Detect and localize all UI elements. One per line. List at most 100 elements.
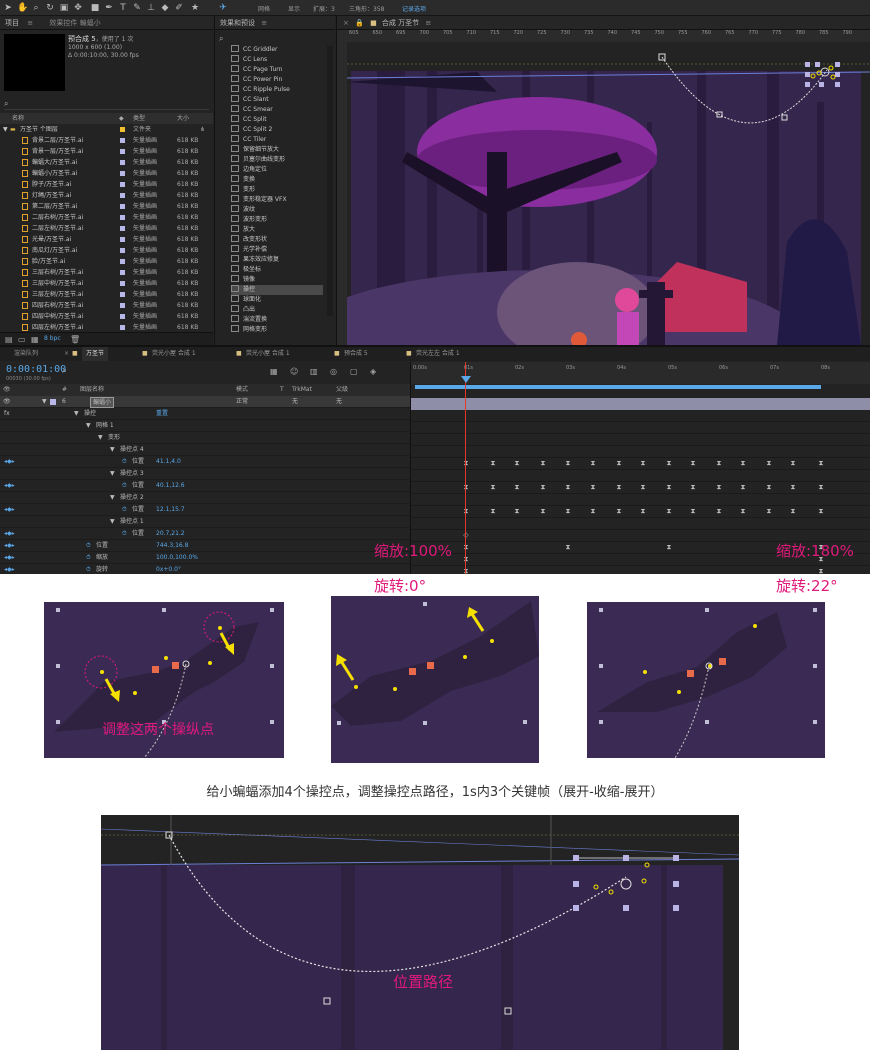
- twirl-icon[interactable]: ▼: [110, 516, 115, 528]
- keyframe-icon[interactable]: ⧗: [666, 484, 672, 491]
- project-item[interactable]: 三层中树/万圣节.ai 矢量插画 618 KB: [0, 278, 213, 289]
- stopwatch-icon[interactable]: ⏱: [122, 456, 127, 468]
- time-ruler[interactable]: 0:00s 01s 02s 03s 04s 05s 06s 07s 08s: [411, 362, 870, 384]
- project-item[interactable]: 脖子/万圣节.ai 矢量插画 618 KB: [0, 179, 213, 190]
- keyframe-nav-icon[interactable]: ◂◆▸: [4, 540, 15, 552]
- folder-twirl-icon[interactable]: ▼: [3, 124, 8, 135]
- keyframe-icon[interactable]: ⧗: [616, 484, 622, 491]
- property-row[interactable]: ▼ 操控点 4: [0, 444, 410, 456]
- stopwatch-icon[interactable]: ⏱: [122, 480, 127, 492]
- new-folder-icon[interactable]: ▭: [18, 335, 26, 344]
- keyframe-icon[interactable]: ⧗: [716, 460, 722, 467]
- tab-halloween[interactable]: 万圣节: [82, 347, 109, 361]
- shape-tool-icon[interactable]: ■: [90, 3, 100, 13]
- track-row[interactable]: ⧗ ⧗ ⧗ ⧗ ⧗ ⧗ ⧗ ⧗ ⧗ ⧗ ⧗ ⧗ ⧗ ⧗ ⧗: [411, 506, 870, 518]
- keyframe-icon[interactable]: ⧗: [514, 484, 520, 491]
- keyframe-nav-icon[interactable]: ◂◆▸: [4, 552, 15, 564]
- property-row[interactable]: ▼ 变形: [0, 432, 410, 444]
- tab-render-queue[interactable]: 渲染队列: [14, 347, 38, 361]
- frame-blend-icon[interactable]: ▥: [310, 367, 318, 376]
- effect-item[interactable]: 球面化: [231, 295, 323, 305]
- blend-mode-select[interactable]: 正常: [236, 396, 248, 408]
- keyframe-icon[interactable]: ⧗: [490, 484, 496, 491]
- keyframe-icon[interactable]: ⧗: [740, 460, 746, 467]
- keyframe-icon[interactable]: ⧗: [716, 484, 722, 491]
- property-row[interactable]: ▼ 操控点 2: [0, 492, 410, 504]
- track-row[interactable]: [411, 410, 870, 422]
- graph-editor-icon[interactable]: ▢: [350, 367, 358, 376]
- new-comp-icon[interactable]: ▦: [31, 335, 39, 344]
- effect-controls-tab[interactable]: 效果控件 蝙蝠小: [49, 19, 100, 27]
- keyframe-icon[interactable]: ⧗: [514, 508, 520, 515]
- viewer-canvas[interactable]: [347, 42, 870, 345]
- effect-item[interactable]: 波形变形: [231, 215, 323, 225]
- keyframe-icon[interactable]: ⧗: [565, 460, 571, 467]
- keyframe-icon[interactable]: ⧗: [666, 544, 672, 551]
- roto-tool-icon[interactable]: ✐: [174, 3, 184, 13]
- timeline-search-icon[interactable]: ⌕: [62, 366, 67, 376]
- track-row[interactable]: [411, 422, 870, 434]
- keyframe-icon[interactable]: ⧗: [490, 460, 496, 467]
- pin-tool-active-icon[interactable]: ✈: [218, 3, 228, 13]
- layer-twirl-icon[interactable]: ▼: [42, 396, 47, 408]
- brainstorm-icon[interactable]: ◈: [370, 367, 376, 376]
- keyframe-icon[interactable]: ⧗: [790, 508, 796, 515]
- keyframe-icon[interactable]: ⧗: [590, 460, 596, 467]
- toolbar-record-options[interactable]: 记录选项: [402, 4, 426, 13]
- keyframe-icon[interactable]: ⧗: [740, 508, 746, 515]
- keyframe-icon[interactable]: ⧗: [790, 484, 796, 491]
- property-row[interactable]: ◂◆▸ ⏱ 位置 20.7,21.2: [0, 528, 410, 540]
- pan-tool-icon[interactable]: ✥: [73, 3, 83, 13]
- track-row[interactable]: [411, 518, 870, 530]
- keyframe-icon[interactable]: ⧗: [490, 508, 496, 515]
- zoom-tool-icon[interactable]: ⌕: [31, 3, 41, 13]
- keyframe-icon[interactable]: ⧗: [818, 568, 824, 575]
- lock-icon[interactable]: 🔒: [355, 19, 364, 27]
- property-row[interactable]: ◂◆▸ ⏱ 缩放 100.0,100.0%: [0, 552, 410, 564]
- effect-item[interactable]: 果冻效应修复: [231, 255, 323, 265]
- keyframe-icon[interactable]: ⧗: [818, 460, 824, 467]
- bpc-toggle[interactable]: 8 bpc: [44, 335, 61, 342]
- effect-item[interactable]: CC Split 2: [231, 125, 323, 135]
- project-item[interactable]: 光晕/万圣节.ai 矢量插画 618 KB: [0, 234, 213, 245]
- close-tab-icon[interactable]: ×: [64, 347, 69, 361]
- keyframe-icon[interactable]: ⧗: [463, 544, 469, 551]
- layer-duration-bar[interactable]: [411, 398, 870, 410]
- effect-item[interactable]: 改变形状: [231, 235, 323, 245]
- effect-item[interactable]: CC Split: [231, 115, 323, 125]
- twirl-icon[interactable]: ▼: [86, 420, 91, 432]
- keyframe-icon[interactable]: ◇: [463, 532, 469, 539]
- property-row[interactable]: ◂◆▸ ⏱ 位置 12.1,15.7: [0, 504, 410, 516]
- project-item[interactable]: 第二层/万圣节.ai 矢量插画 618 KB: [0, 201, 213, 212]
- project-item[interactable]: 三层左树/万圣节.ai 矢量插画 618 KB: [0, 289, 213, 300]
- interpret-footage-icon[interactable]: ▤: [5, 335, 13, 344]
- project-item[interactable]: 三层右树/万圣节.ai 矢量插画 618 KB: [0, 267, 213, 278]
- draft-3d-icon[interactable]: ▦: [270, 367, 278, 376]
- current-timecode[interactable]: 0:00:01:00: [6, 364, 66, 375]
- eraser-tool-icon[interactable]: ◆: [160, 3, 170, 13]
- keyframe-icon[interactable]: ⧗: [565, 508, 571, 515]
- twirl-icon[interactable]: ▼: [98, 432, 103, 444]
- keyframe-icon[interactable]: ⧗: [540, 484, 546, 491]
- project-item[interactable]: 二层右树/万圣节.ai 矢量插画 618 KB: [0, 212, 213, 223]
- keyframe-icon[interactable]: ⧗: [616, 460, 622, 467]
- keyframe-icon[interactable]: ⧗: [690, 508, 696, 515]
- effect-item[interactable]: 变形: [231, 185, 323, 195]
- keyframe-icon[interactable]: ⧗: [463, 568, 469, 575]
- track-row[interactable]: ⧗ ⧗ ⧗ ⧗ ⧗ ⧗ ⧗ ⧗ ⧗ ⧗ ⧗ ⧗ ⧗ ⧗ ⧗: [411, 482, 870, 494]
- track-row[interactable]: [411, 434, 870, 446]
- effect-item[interactable]: CC Page Turn: [231, 65, 323, 75]
- brush-tool-icon[interactable]: ✎: [132, 3, 142, 13]
- project-item[interactable]: 四层中树/万圣节.ai 矢量插画 618 KB: [0, 311, 213, 322]
- project-tab[interactable]: 项目: [5, 19, 19, 27]
- property-row[interactable]: fx ▼ 操控 重置: [0, 408, 410, 420]
- keyframe-icon[interactable]: ⧗: [818, 484, 824, 491]
- twirl-icon[interactable]: ▼: [110, 444, 115, 456]
- motion-blur-icon[interactable]: ◎: [330, 367, 337, 376]
- keyframe-icon[interactable]: ⧗: [640, 484, 646, 491]
- keyframe-icon[interactable]: ⧗: [640, 508, 646, 515]
- effect-item[interactable]: CC Power Pin: [231, 75, 323, 85]
- effects-search-icon[interactable]: ⌕: [219, 34, 223, 44]
- stamp-tool-icon[interactable]: ⊥: [146, 3, 156, 13]
- track-row[interactable]: ⧗⧗: [411, 566, 870, 575]
